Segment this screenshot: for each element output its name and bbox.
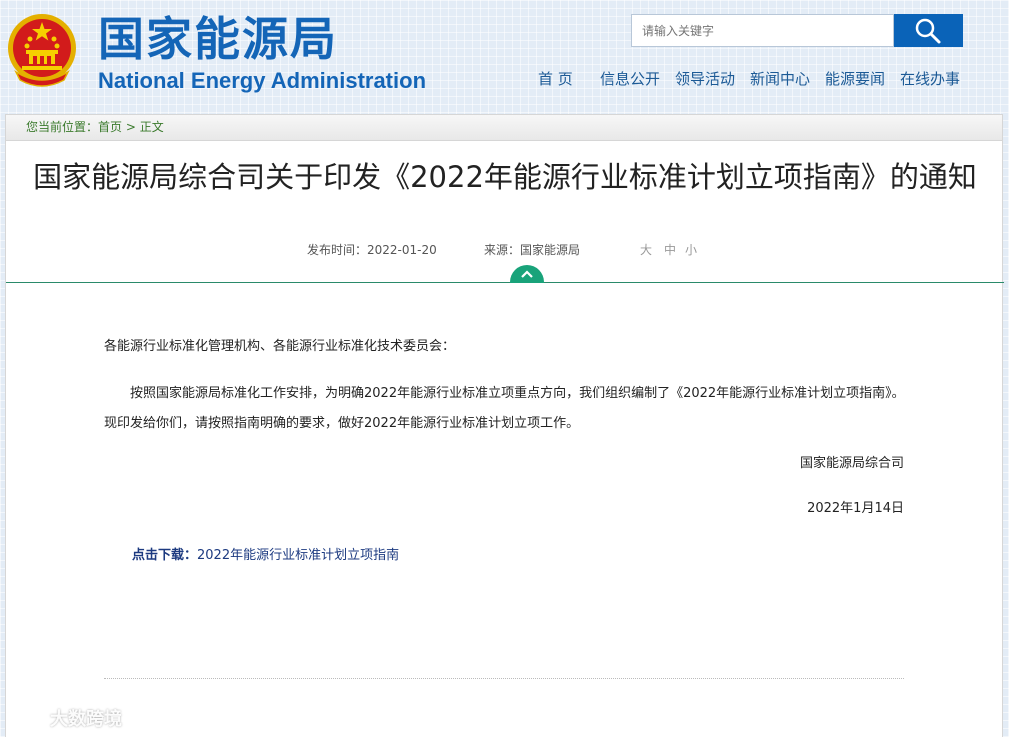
source-value: 国家能源局 [520, 243, 581, 257]
search-button[interactable] [894, 14, 963, 47]
article-sign-date: 2022年1月14日 [807, 501, 904, 516]
watermark: 大数跨境 [8, 705, 122, 731]
publish-date-meta: 发布时间：2022-01-20 [307, 241, 437, 258]
breadcrumb-separator: > [122, 120, 140, 134]
article-signature: 国家能源局综合司 [799, 456, 904, 471]
search-input[interactable] [631, 14, 894, 47]
source-label: 来源： [484, 243, 521, 257]
publish-label: 发布时间： [307, 243, 368, 257]
publish-date: 2022-01-20 [367, 243, 437, 257]
meta-divider [6, 282, 1004, 283]
download-label: 点击下载： [132, 548, 198, 563]
collapse-toggle[interactable] [510, 265, 544, 283]
article-panel: 国家能源局综合司关于印发《2022年能源行业标准计划立项指南》的通知 发布时间：… [5, 141, 1004, 737]
footer-divider [104, 678, 904, 679]
breadcrumb-home-link[interactable]: 首页 [98, 120, 122, 134]
article-paragraph: 按照国家能源局标准化工作安排，为明确2022年能源行业标准立项重点方向，我们组织… [104, 386, 905, 431]
search-icon [915, 18, 941, 44]
watermark-text: 大数跨境 [50, 709, 122, 730]
article-meta: 发布时间：2022-01-20 来源：国家能源局 大 中 小 [6, 241, 1004, 259]
source-meta: 来源：国家能源局 [484, 241, 580, 258]
main-nav: 首 页 信息公开 领导活动 新闻中心 能源要闻 在线办事 [0, 68, 1009, 90]
nav-item-info-disclosure[interactable]: 信息公开 [600, 68, 660, 90]
watermark-logo-icon [9, 712, 45, 727]
font-size-small[interactable]: 小 [685, 241, 697, 258]
nav-item-leader-activities[interactable]: 领导活动 [675, 68, 735, 90]
download-link[interactable]: 2022年能源行业标准计划立项指南 [197, 548, 399, 563]
site-logo-chinese[interactable]: 国家能源局 [98, 12, 338, 66]
article-title: 国家能源局综合司关于印发《2022年能源行业标准计划立项指南》的通知 [33, 160, 977, 194]
font-size-large[interactable]: 大 [640, 241, 652, 258]
chevron-up-icon [521, 270, 533, 278]
article-salutation: 各能源行业标准化管理机构、各能源行业标准化技术委员会： [104, 339, 456, 354]
breadcrumb-prefix: 您当前位置： [26, 120, 99, 134]
nav-item-news-center[interactable]: 新闻中心 [750, 68, 810, 90]
download-row: 点击下载：2022年能源行业标准计划立项指南 [132, 544, 399, 563]
breadcrumb: 您当前位置：首页 > 正文 [5, 114, 1003, 141]
nav-item-online-services[interactable]: 在线办事 [900, 68, 960, 90]
site-header: 国家能源局 National Energy Administration 首 页… [0, 0, 1009, 108]
breadcrumb-current: 正文 [139, 120, 164, 134]
nav-item-energy-news[interactable]: 能源要闻 [825, 68, 885, 90]
nav-item-home[interactable]: 首 页 [538, 68, 573, 90]
font-size-medium[interactable]: 中 [664, 241, 676, 258]
